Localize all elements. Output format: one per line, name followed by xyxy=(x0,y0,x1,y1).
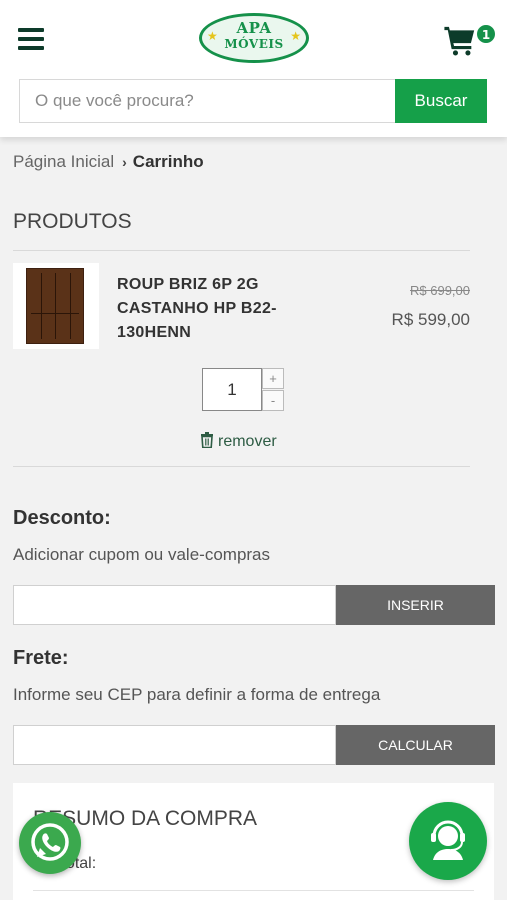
insert-coupon-button[interactable]: INSERIR xyxy=(336,585,495,625)
hamburger-menu-icon[interactable] xyxy=(18,28,44,50)
whatsapp-chat-button[interactable] xyxy=(19,812,81,874)
calculate-shipping-button[interactable]: CALCULAR xyxy=(336,725,495,765)
product-image[interactable] xyxy=(13,263,99,349)
chevron-right-icon: › xyxy=(122,154,127,170)
products-section-title: PRODUTOS xyxy=(13,210,132,233)
header: ★ ★ APA MÓVEIS 1 Buscar xyxy=(0,0,507,137)
divider xyxy=(13,466,470,467)
search-button[interactable]: Buscar xyxy=(395,79,487,123)
discount-subtitle: Adicionar cupom ou vale-compras xyxy=(13,545,271,564)
discount-title: Desconto: xyxy=(13,507,111,529)
trash-icon xyxy=(201,432,213,449)
product-price: R$ 599,00 xyxy=(391,310,470,329)
search-input[interactable] xyxy=(19,79,395,123)
brand-logo[interactable]: ★ ★ APA MÓVEIS xyxy=(199,13,309,63)
zipcode-input[interactable] xyxy=(13,725,336,765)
search-bar: Buscar xyxy=(19,79,487,123)
cart-count-badge: 1 xyxy=(476,24,496,44)
coupon-input[interactable] xyxy=(13,585,336,625)
quantity-decrement-button[interactable]: - xyxy=(262,390,284,411)
shipping-subtitle: Informe seu CEP para definir a forma de … xyxy=(13,685,381,704)
remove-label: remover xyxy=(218,433,277,450)
breadcrumb-home-link[interactable]: Página Inicial xyxy=(13,152,114,171)
breadcrumb-current: Carrinho xyxy=(132,152,204,171)
divider xyxy=(13,250,470,251)
remove-item-button[interactable]: remover xyxy=(200,432,277,451)
shopping-cart-icon xyxy=(444,26,475,56)
quantity-input[interactable]: 1 xyxy=(202,368,262,411)
headset-support-icon xyxy=(431,820,465,860)
quantity-increment-button[interactable]: + xyxy=(262,368,284,389)
shipping-title: Frete: xyxy=(13,647,69,669)
divider xyxy=(33,890,474,891)
whatsapp-icon xyxy=(31,823,69,861)
logo-text-line1: APA xyxy=(236,19,272,37)
product-old-price: R$ 699,00 xyxy=(410,283,470,298)
logo-text-line2: MÓVEIS xyxy=(224,37,284,51)
support-chat-button[interactable] xyxy=(409,802,487,880)
product-name[interactable]: ROUP BRIZ 6P 2G CASTANHO HP B22-130HENN xyxy=(117,273,307,345)
breadcrumb: Página Inicial › Carrinho xyxy=(13,152,204,174)
